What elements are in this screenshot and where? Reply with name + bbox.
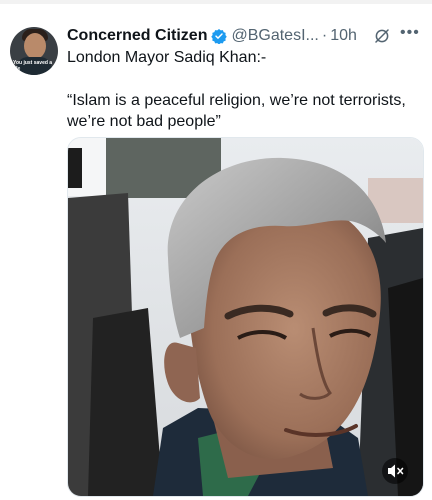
tweet-timestamp[interactable]: 10h <box>330 27 357 45</box>
more-options-icon[interactable]: ••• <box>400 24 420 42</box>
top-divider <box>0 0 432 4</box>
tweet-video[interactable] <box>67 137 424 497</box>
verified-badge-icon <box>211 29 228 44</box>
author-name[interactable]: Concerned Citizen <box>67 27 207 45</box>
author-avatar[interactable]: You just saved a life <box>10 27 58 75</box>
tweet-quote: “Islam is a peaceful religion, we’re not… <box>67 92 406 130</box>
muted-speaker-icon[interactable] <box>382 458 408 484</box>
video-frame <box>68 138 423 496</box>
avatar-caption: You just saved a life <box>13 60 53 72</box>
tweet-header: Concerned Citizen @BGatesI... · 10h <box>67 25 357 47</box>
author-handle[interactable]: @BGatesI... <box>231 27 318 45</box>
separator-dot: · <box>321 27 328 44</box>
tweet-text-line: London Mayor Sadiq Khan:- <box>67 49 267 66</box>
grok-icon[interactable] <box>373 27 391 45</box>
